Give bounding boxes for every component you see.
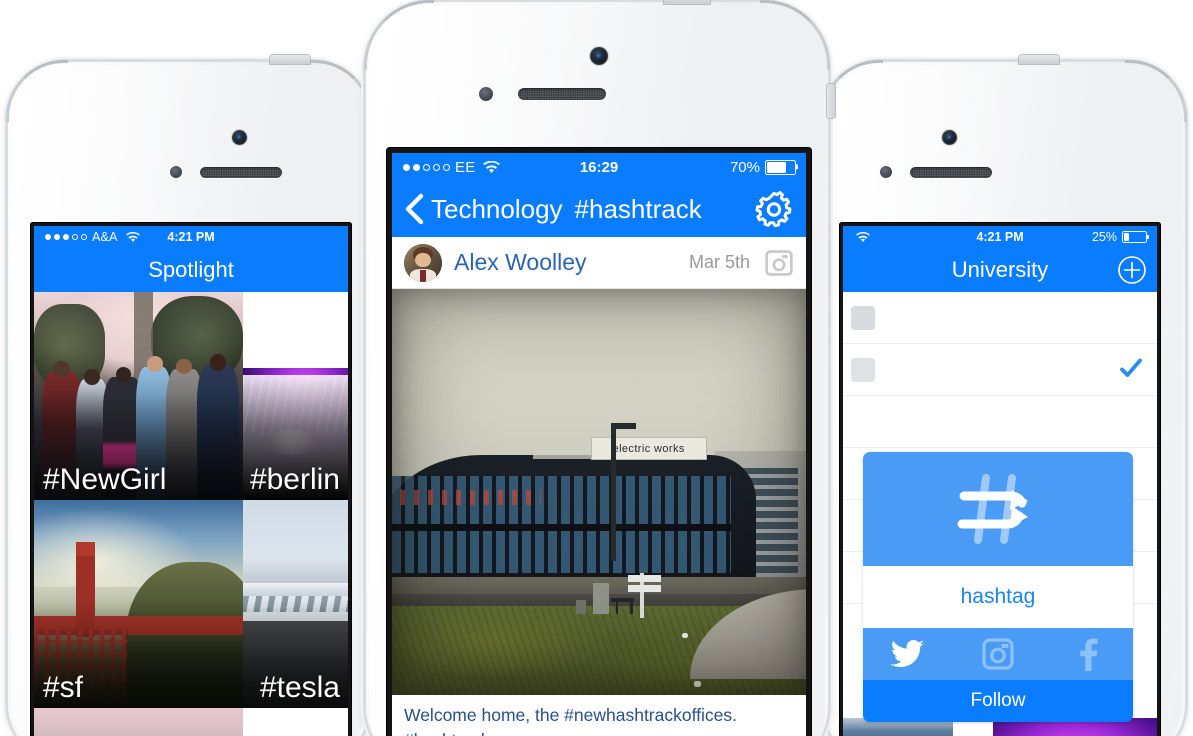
left-status-time: 4:21 PM xyxy=(167,230,215,244)
center-phone-volume-button[interactable] xyxy=(827,84,835,118)
center-phone-proximity-sensor xyxy=(479,87,493,101)
row-thumb xyxy=(851,358,875,382)
left-status-bar: A&A 4:21 PM xyxy=(34,226,348,248)
right-phone-earpiece xyxy=(910,167,992,178)
post-author[interactable]: Alex Woolley xyxy=(454,249,587,276)
list-row[interactable] xyxy=(843,396,1157,448)
page-title: University xyxy=(951,257,1049,282)
list-row-checked[interactable] xyxy=(843,344,1157,396)
screenshot-root: A&A 4:21 PM Spotlight #NewGirl #berlin #… xyxy=(0,0,1193,736)
left-nav-bar: Spotlight xyxy=(34,248,348,292)
center-phone-front-camera xyxy=(590,47,608,65)
tile-partial-2[interactable] xyxy=(243,708,348,736)
chevron-left-icon[interactable] xyxy=(404,193,424,225)
plus-circle-icon[interactable] xyxy=(1117,255,1147,285)
right-phone: 4:21 PM 25% University hashtag Follow xyxy=(817,55,1187,736)
right-phone-power-button[interactable] xyxy=(1019,55,1059,64)
electric-works-building: electric works xyxy=(392,289,806,695)
right-phone-screen: 4:21 PM 25% University hashtag Follow xyxy=(843,226,1157,736)
instagram-icon[interactable] xyxy=(764,248,794,278)
center-status-bar: EE 16:29 70% xyxy=(392,153,806,181)
tile-tesla[interactable]: #tesla xyxy=(243,500,348,708)
spotlight-grid: #NewGirl #berlin #sf #tesla xyxy=(34,292,348,736)
card-hashtag-name: hashtag xyxy=(863,566,1133,628)
center-phone: EE 16:29 70% Technology #hashtrack Alex … xyxy=(364,0,835,736)
post-header: Alex Woolley Mar 5th xyxy=(392,237,806,289)
center-phone-power-button[interactable] xyxy=(664,0,710,4)
center-nav-bar: Technology #hashtrack xyxy=(392,181,806,237)
gear-icon[interactable] xyxy=(754,189,794,229)
follow-button[interactable]: Follow xyxy=(863,680,1133,722)
post-caption: Welcome home, the #newhashtrackoffices. … xyxy=(392,695,806,736)
row-thumb xyxy=(851,306,875,330)
back-label[interactable]: Technology xyxy=(431,194,563,225)
tile-partial-1[interactable] xyxy=(34,708,243,736)
battery-fill xyxy=(767,161,786,173)
caption-line-2: #hashtrack. xyxy=(404,728,794,736)
post-date: Mar 5th xyxy=(688,252,750,272)
instagram-icon[interactable] xyxy=(953,637,1043,671)
tile-label: #sf xyxy=(43,671,84,704)
left-phone-screen: A&A 4:21 PM Spotlight #NewGirl #berlin #… xyxy=(34,226,348,736)
facebook-icon[interactable] xyxy=(1043,637,1133,671)
tile-berlin[interactable]: #berlin xyxy=(243,292,348,500)
right-nav-bar: University xyxy=(843,248,1157,292)
page-title: #hashtrack xyxy=(574,193,702,224)
left-phone-front-camera xyxy=(232,130,247,145)
center-status-time: 16:29 xyxy=(579,158,619,176)
left-phone-power-button[interactable] xyxy=(270,55,310,64)
left-phone: A&A 4:21 PM Spotlight #NewGirl #berlin #… xyxy=(6,55,376,736)
list-row[interactable] xyxy=(843,292,1157,344)
right-status-bar: 4:21 PM 25% xyxy=(843,226,1157,248)
left-phone-proximity-sensor xyxy=(170,166,182,178)
twitter-icon[interactable] xyxy=(863,639,953,669)
hashtrack-logo-icon xyxy=(950,468,1046,550)
tile-sf[interactable]: #sf xyxy=(34,500,243,708)
left-phone-earpiece xyxy=(200,167,282,178)
page-title: Spotlight xyxy=(148,257,234,282)
checkmark-icon xyxy=(1119,356,1143,380)
hashtag-card[interactable]: hashtag Follow xyxy=(863,452,1133,722)
tile-newgirl[interactable]: #NewGirl xyxy=(34,292,243,500)
caption-line-1: Welcome home, the #newhashtrackoffices. xyxy=(404,705,737,725)
post-photo[interactable]: electric works xyxy=(392,289,806,695)
right-phone-front-camera xyxy=(942,130,957,145)
card-logo-area xyxy=(863,452,1133,566)
battery-fill xyxy=(1124,233,1129,241)
tile-label: #NewGirl xyxy=(43,463,167,496)
avatar[interactable] xyxy=(404,243,442,282)
center-phone-screen: EE 16:29 70% Technology #hashtrack Alex … xyxy=(392,153,806,736)
center-phone-earpiece xyxy=(518,88,606,100)
tile-label: #berlin xyxy=(249,463,340,496)
right-phone-proximity-sensor xyxy=(880,166,892,178)
tile-label: #tesla xyxy=(259,671,340,704)
card-social-row xyxy=(863,628,1133,680)
right-status-time: 4:21 PM xyxy=(976,230,1024,244)
battery-icon xyxy=(765,159,796,175)
battery-icon xyxy=(1122,231,1147,243)
